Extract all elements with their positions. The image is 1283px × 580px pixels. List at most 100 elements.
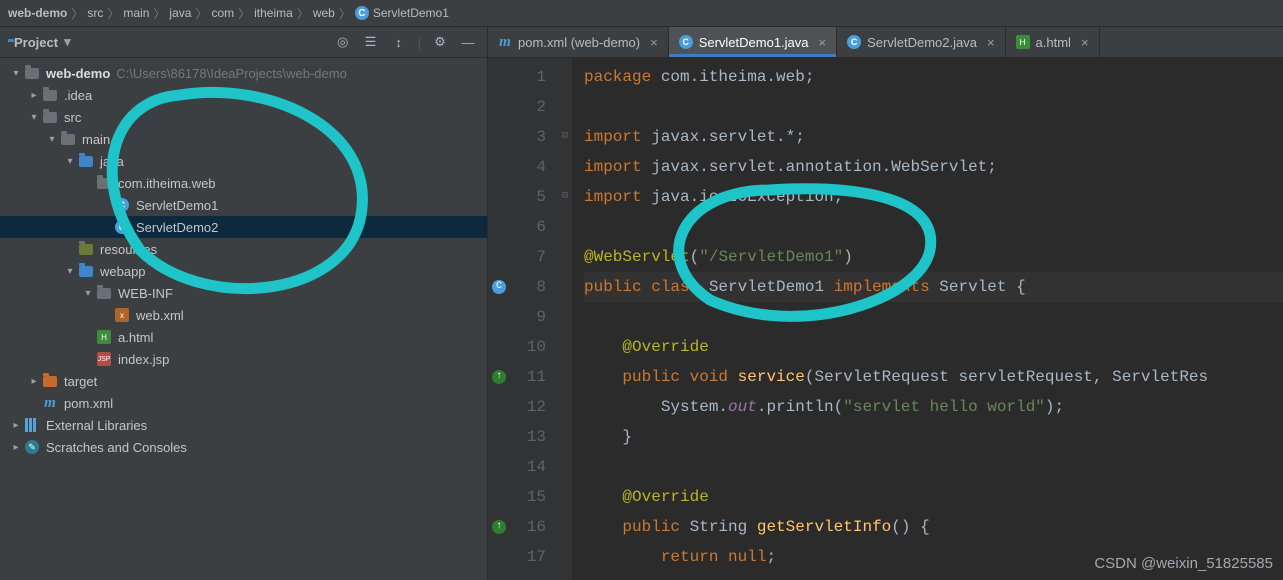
tree-arrow-icon[interactable]: ▾ (80, 288, 96, 299)
fold-toggle[interactable] (558, 482, 572, 512)
fold-toggle[interactable] (558, 62, 572, 92)
breadcrumb-item[interactable]: itheima (254, 6, 293, 20)
gear-icon[interactable]: ⚙ (429, 31, 451, 53)
tree-arrow-icon[interactable]: ▾ (44, 134, 60, 145)
fold-toggle[interactable] (558, 362, 572, 392)
close-icon[interactable]: × (1081, 35, 1089, 50)
tree-src[interactable]: ▾src (0, 106, 487, 128)
code-line[interactable]: public String getServletInfo() { (584, 512, 1283, 542)
code-line[interactable]: @WebServlet("/ServletDemo1") (584, 242, 1283, 272)
line-number[interactable]: 1 (488, 62, 546, 92)
line-number[interactable]: 12 (488, 392, 546, 422)
line-number[interactable]: 15 (488, 482, 546, 512)
tree-arrow-icon[interactable]: ▸ (8, 442, 24, 453)
line-number[interactable]: 17 (488, 542, 546, 572)
tree-servletdemo1[interactable]: CServletDemo1 (0, 194, 487, 216)
tree-scratches[interactable]: ▸✎Scratches and Consoles (0, 436, 487, 458)
tree-servletdemo2[interactable]: CServletDemo2 (0, 216, 487, 238)
line-number[interactable]: 10 (488, 332, 546, 362)
breadcrumb-item[interactable]: java (169, 6, 191, 20)
close-icon[interactable]: × (650, 35, 658, 50)
tree-target[interactable]: ▸target (0, 370, 487, 392)
close-icon[interactable]: × (819, 35, 827, 50)
fold-toggle[interactable] (558, 392, 572, 422)
line-number[interactable]: 6 (488, 212, 546, 242)
tree-arrow-icon[interactable]: ▾ (26, 112, 42, 123)
sort-icon[interactable]: ☰ (360, 31, 382, 53)
gutter-override-icon[interactable]: ↑ (492, 370, 506, 384)
tree-ahtml[interactable]: Ha.html (0, 326, 487, 348)
fold-toggle[interactable] (558, 272, 572, 302)
line-number[interactable]: 7 (488, 242, 546, 272)
fold-toggle[interactable] (558, 152, 572, 182)
chevron-down-icon[interactable]: ▾ (64, 34, 71, 50)
code-line[interactable]: return null; (584, 542, 1283, 572)
fold-toggle[interactable]: ⊟ (558, 122, 572, 152)
tree-main[interactable]: ▾main (0, 128, 487, 150)
code-line[interactable]: public void service(ServletRequest servl… (584, 362, 1283, 392)
code-line[interactable]: import javax.servlet.annotation.WebServl… (584, 152, 1283, 182)
tree-arrow-icon[interactable]: ▾ (8, 68, 24, 79)
tree-arrow-icon[interactable]: ▸ (26, 376, 42, 387)
code-line[interactable]: public class ServletDemo1 implements Ser… (584, 272, 1283, 302)
code-line[interactable]: System.out.println("servlet hello world"… (584, 392, 1283, 422)
code-body[interactable]: package com.itheima.web; import javax.se… (572, 58, 1283, 580)
tree-external-libraries[interactable]: ▸External Libraries (0, 414, 487, 436)
line-number[interactable]: 13 (488, 422, 546, 452)
locate-icon[interactable]: ◎ (332, 31, 354, 53)
fold-toggle[interactable] (558, 512, 572, 542)
breadcrumb-item[interactable]: com (211, 6, 234, 20)
tree-pom[interactable]: mpom.xml (0, 392, 487, 414)
line-number[interactable]: 4 (488, 152, 546, 182)
hide-icon[interactable]: — (457, 31, 479, 53)
tree-indexjsp[interactable]: JSPindex.jsp (0, 348, 487, 370)
tree-webxml[interactable]: xweb.xml (0, 304, 487, 326)
code-line[interactable] (584, 302, 1283, 332)
breadcrumb-item[interactable]: main (123, 6, 149, 20)
code-line[interactable] (584, 212, 1283, 242)
tree-resources[interactable]: resources (0, 238, 487, 260)
tree-idea[interactable]: ▸.idea (0, 84, 487, 106)
code-line[interactable] (584, 452, 1283, 482)
breadcrumb-item[interactable]: web-demo (8, 6, 67, 20)
code-line[interactable] (584, 92, 1283, 122)
code-line[interactable]: @Override (584, 482, 1283, 512)
tree-arrow-icon[interactable]: ▾ (62, 156, 78, 167)
code-line[interactable]: import javax.servlet.*; (584, 122, 1283, 152)
expand-all-icon[interactable]: ↕ (388, 31, 410, 53)
fold-toggle[interactable] (558, 422, 572, 452)
fold-toggle[interactable] (558, 92, 572, 122)
code-line[interactable]: package com.itheima.web; (584, 62, 1283, 92)
tree-webapp[interactable]: ▾webapp (0, 260, 487, 282)
fold-toggle[interactable]: ⊟ (558, 182, 572, 212)
fold-toggle[interactable] (558, 452, 572, 482)
editor-tab[interactable]: CServletDemo2.java× (837, 27, 1005, 57)
gutter-class-icon[interactable]: C (492, 280, 506, 294)
tree-java[interactable]: ▾java (0, 150, 487, 172)
editor-tab[interactable]: Ha.html× (1006, 27, 1100, 57)
tree-package[interactable]: com.itheima.web (0, 172, 487, 194)
breadcrumb-item[interactable]: src (87, 6, 103, 20)
code-line[interactable]: import java.io.IOException; (584, 182, 1283, 212)
tree-arrow-icon[interactable]: ▾ (62, 266, 78, 277)
code-line[interactable]: @Override (584, 332, 1283, 362)
tree-arrow-icon[interactable]: ▸ (8, 420, 24, 431)
fold-toggle[interactable] (558, 302, 572, 332)
line-number[interactable]: 5 (488, 182, 546, 212)
fold-toggle[interactable] (558, 242, 572, 272)
tree-root[interactable]: ▾web-demoC:\Users\86178\IdeaProjects\web… (0, 62, 487, 84)
line-number[interactable]: 14 (488, 452, 546, 482)
close-icon[interactable]: × (987, 35, 995, 50)
fold-toggle[interactable] (558, 542, 572, 572)
tree-arrow-icon[interactable]: ▸ (26, 90, 42, 101)
gutter-override-icon[interactable]: ↑ (492, 520, 506, 534)
line-number[interactable]: 2 (488, 92, 546, 122)
fold-bar[interactable]: ⊟⊟ (558, 58, 572, 580)
editor-tab[interactable]: CServletDemo1.java× (669, 27, 837, 57)
breadcrumb-item[interactable]: CServletDemo1 (355, 6, 449, 20)
tree-webinf[interactable]: ▾WEB-INF (0, 282, 487, 304)
project-tree[interactable]: ▾web-demoC:\Users\86178\IdeaProjects\web… (0, 58, 487, 580)
line-number[interactable]: 9 (488, 302, 546, 332)
line-number[interactable]: 3 (488, 122, 546, 152)
breadcrumb-item[interactable]: web (313, 6, 335, 20)
